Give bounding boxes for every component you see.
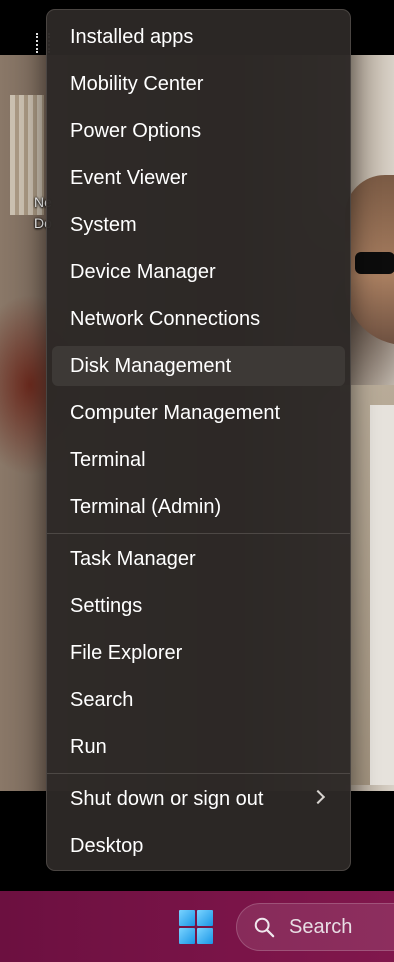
screen: Ne Do Installed apps Mobility Center Pow…	[0, 0, 394, 962]
menu-item-device-manager[interactable]: Device Manager	[52, 252, 345, 292]
menu-item-network-connections[interactable]: Network Connections	[52, 299, 345, 339]
menu-item-mobility-center[interactable]: Mobility Center	[52, 64, 345, 104]
menu-item-terminal[interactable]: Terminal	[52, 440, 345, 480]
menu-item-label: Terminal	[70, 448, 146, 471]
taskbar-search-box[interactable]: Search	[236, 903, 394, 951]
wallpaper-sunglasses	[355, 252, 394, 274]
menu-item-label: Event Viewer	[70, 166, 188, 189]
power-user-menu: Installed apps Mobility Center Power Opt…	[46, 9, 351, 871]
menu-item-label: Computer Management	[70, 401, 281, 424]
menu-item-label: Mobility Center	[70, 72, 204, 95]
menu-item-label: Run	[70, 735, 107, 758]
menu-item-installed-apps[interactable]: Installed apps	[52, 17, 345, 57]
menu-item-label: File Explorer	[70, 641, 183, 664]
menu-item-power-options[interactable]: Power Options	[52, 111, 345, 151]
menu-item-task-manager[interactable]: Task Manager	[52, 539, 345, 579]
menu-item-label: Settings	[70, 594, 143, 617]
windows-logo-icon	[179, 910, 213, 944]
menu-item-label: Device Manager	[70, 260, 216, 283]
menu-item-label: Power Options	[70, 119, 202, 142]
menu-item-file-explorer[interactable]: File Explorer	[52, 633, 345, 673]
menu-item-run[interactable]: Run	[52, 727, 345, 767]
start-button[interactable]	[174, 905, 218, 949]
menu-item-search[interactable]: Search	[52, 680, 345, 720]
search-icon	[254, 917, 275, 938]
menu-item-event-viewer[interactable]: Event Viewer	[52, 158, 345, 198]
menu-item-settings[interactable]: Settings	[52, 586, 345, 626]
menu-item-label: Installed apps	[70, 25, 194, 48]
menu-item-label: System	[70, 213, 137, 236]
menu-separator	[47, 773, 350, 774]
menu-item-label: Task Manager	[70, 547, 196, 570]
menu-separator	[47, 533, 350, 534]
menu-item-label: Terminal (Admin)	[70, 495, 222, 518]
menu-item-shut-down-or-sign-out[interactable]: Shut down or sign out	[52, 779, 345, 819]
menu-item-label: Search	[70, 688, 134, 711]
menu-item-terminal-admin[interactable]: Terminal (Admin)	[52, 487, 345, 527]
taskbar: Search	[0, 891, 394, 962]
menu-item-disk-management[interactable]: Disk Management	[52, 346, 345, 386]
menu-item-system[interactable]: System	[52, 205, 345, 245]
menu-item-label: Shut down or sign out	[70, 787, 264, 810]
wallpaper-shirt	[370, 405, 394, 785]
menu-item-desktop[interactable]: Desktop	[52, 826, 345, 866]
menu-item-computer-management[interactable]: Computer Management	[52, 393, 345, 433]
menu-item-label: Network Connections	[70, 307, 261, 330]
chevron-right-icon	[310, 789, 326, 805]
search-label: Search	[289, 915, 353, 938]
menu-item-label: Desktop	[70, 834, 144, 857]
menu-item-label: Disk Management	[70, 354, 232, 377]
